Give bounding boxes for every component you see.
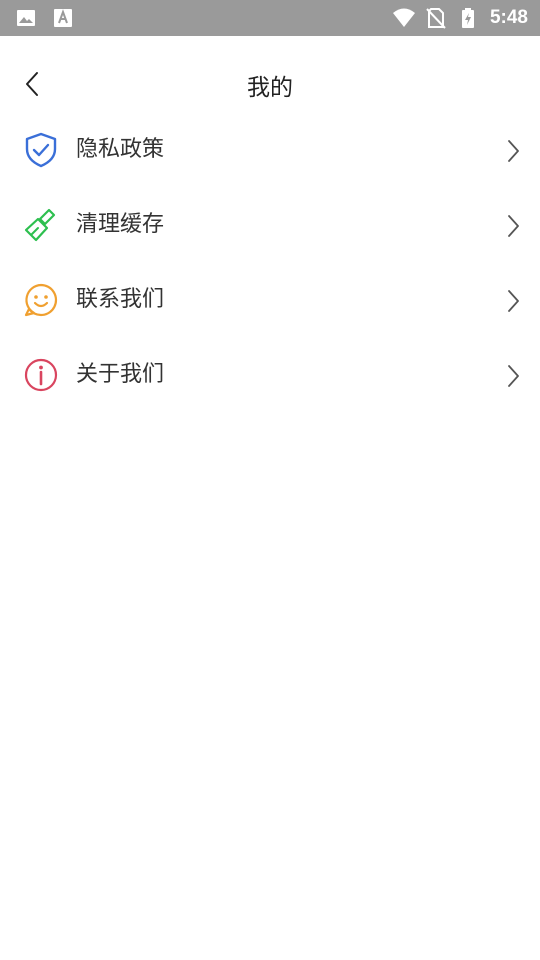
menu-item-label: 清理缓存 bbox=[76, 212, 165, 237]
font-a-icon bbox=[54, 9, 72, 27]
menu-item-contact-us[interactable]: 联系我们 bbox=[0, 263, 540, 338]
battery-charging-icon bbox=[461, 8, 474, 28]
menu-item-label: 联系我们 bbox=[76, 287, 165, 312]
status-bar: 5:48 bbox=[0, 0, 540, 36]
chevron-right-icon bbox=[508, 290, 519, 312]
info-circle-icon bbox=[24, 358, 58, 392]
status-time: 5:48 bbox=[489, 7, 528, 28]
menu-item-label: 关于我们 bbox=[76, 362, 165, 387]
menu-item-about-us[interactable]: 关于我们 bbox=[0, 338, 540, 413]
chevron-right-icon bbox=[508, 215, 519, 237]
wifi-icon bbox=[392, 8, 415, 27]
smiley-chat-icon bbox=[24, 283, 58, 317]
chevron-right-icon bbox=[508, 140, 519, 162]
menu-item-privacy-policy[interactable]: 隐私政策 bbox=[0, 113, 540, 188]
image-icon bbox=[17, 10, 35, 26]
page-title: 我的 bbox=[247, 75, 293, 101]
chevron-right-icon bbox=[508, 365, 519, 387]
menu-item-label: 隐私政策 bbox=[76, 137, 165, 162]
menu-item-clear-cache[interactable]: 清理缓存 bbox=[0, 188, 540, 263]
shield-check-icon bbox=[25, 132, 57, 168]
no-sim-icon bbox=[426, 8, 446, 29]
settings-menu: 隐私政策 清理缓存 联系我们 关于我们 bbox=[0, 113, 540, 413]
broom-icon bbox=[24, 208, 56, 242]
